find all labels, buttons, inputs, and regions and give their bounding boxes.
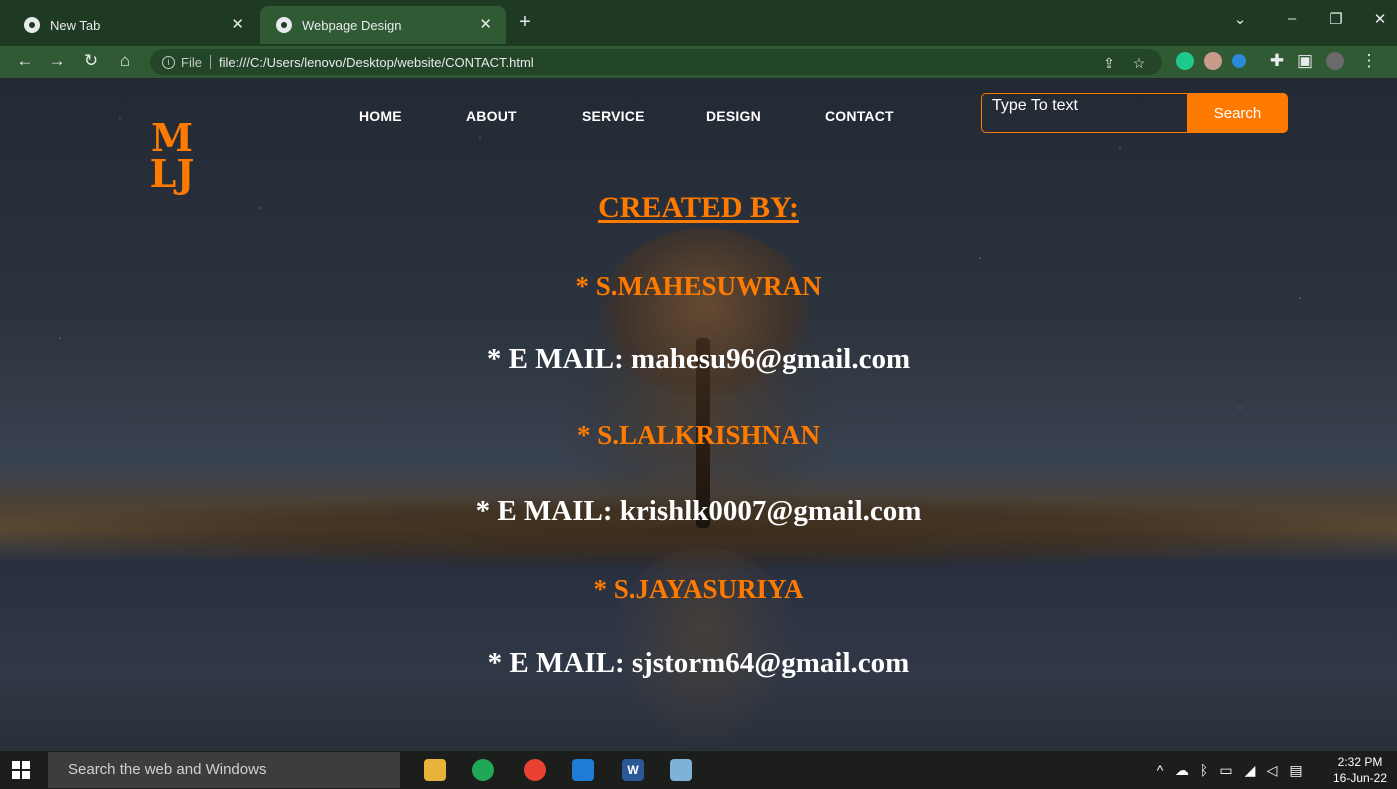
url-text: file:///C:/Users/lenovo/Desktop/website/… — [218, 54, 534, 70]
forward-icon[interactable]: → — [46, 50, 68, 72]
scheme-label: File — [181, 54, 202, 70]
divider — [209, 55, 211, 69]
browser-toolbar: ← → ↻ ⌂ i File file:///C:/Users/lenovo/D… — [0, 46, 1397, 78]
page-viewport: M LJ HOME ABOUT SERVICE DESIGN CONTACT S… — [0, 78, 1397, 751]
taskbar-clock[interactable]: 2:32 PM 16-Jun-22 — [1330, 754, 1390, 786]
whatsapp-icon[interactable] — [472, 759, 494, 781]
word-icon[interactable]: W — [622, 759, 644, 781]
browser-tabstrip: New Tab ✕ Webpage Design ✕ + ⌄ – ❐ ✕ — [0, 0, 1397, 46]
contact-email: * E MAIL: mahesu96@gmail.com — [486, 343, 911, 375]
bluetooth-icon[interactable]: ᛒ — [1194, 762, 1214, 778]
notepad-icon[interactable] — [670, 759, 692, 781]
tab-title: Webpage Design — [302, 17, 402, 33]
puzzle-icon[interactable]: ✚ — [1266, 50, 1288, 72]
taskbar-search-input[interactable]: Search the web and Windows — [48, 752, 400, 788]
chevron-down-icon[interactable]: ⌄ — [1228, 10, 1252, 28]
plus-icon[interactable]: + — [514, 11, 536, 33]
globe-icon — [276, 17, 292, 33]
battery-icon[interactable]: ▭ — [1216, 762, 1236, 779]
close-window-icon[interactable]: ✕ — [1368, 10, 1392, 28]
tab-webpage-design[interactable]: Webpage Design ✕ — [260, 6, 506, 44]
share-icon[interactable]: ⇪ — [1100, 54, 1118, 72]
logo-line-2: LJ — [149, 151, 195, 196]
restore-icon[interactable]: ❐ — [1324, 10, 1348, 28]
onedrive-icon[interactable]: ☁ — [1172, 762, 1192, 779]
close-icon[interactable]: ✕ — [231, 15, 244, 33]
audio-icon[interactable] — [1232, 54, 1246, 68]
close-icon[interactable]: ✕ — [479, 15, 492, 33]
tab-new-tab[interactable]: New Tab ✕ — [0, 6, 258, 44]
chrome-icon[interactable] — [524, 759, 546, 781]
vscode-icon[interactable] — [572, 759, 594, 781]
extension-icon[interactable] — [1204, 52, 1222, 70]
nav-contact[interactable]: CONTACT — [825, 108, 894, 124]
contact-name: * S.JAYASURIYA — [593, 574, 804, 604]
sidebar-icon[interactable]: ▣ — [1294, 50, 1316, 72]
windows-taskbar: Search the web and Windows W ^ ☁ ᛒ ▭ ◢ ◁… — [0, 751, 1397, 789]
file-explorer-icon[interactable] — [424, 759, 446, 781]
clock-date: 16-Jun-22 — [1332, 771, 1388, 785]
nav-design[interactable]: DESIGN — [706, 108, 761, 124]
star-icon[interactable]: ☆ — [1130, 54, 1148, 72]
page-heading: CREATED BY: — [598, 191, 799, 224]
contact-email: * E MAIL: krishlk0007@gmail.com — [475, 495, 922, 527]
home-icon[interactable]: ⌂ — [114, 50, 136, 72]
search-input[interactable] — [981, 93, 1187, 133]
minimize-icon[interactable]: – — [1280, 10, 1304, 27]
volume-muted-icon[interactable]: ◁ — [1262, 762, 1282, 779]
contact-name: * S.MAHESUWRAN — [575, 271, 822, 301]
back-icon[interactable]: ← — [14, 50, 36, 72]
chevron-up-icon[interactable]: ^ — [1150, 762, 1170, 778]
windows-start-icon[interactable] — [12, 761, 30, 779]
tab-title: New Tab — [50, 17, 101, 33]
nav-home[interactable]: HOME — [359, 108, 402, 124]
nav-service[interactable]: SERVICE — [582, 108, 645, 124]
reload-icon[interactable]: ↻ — [80, 50, 102, 72]
contact-email: * E MAIL: sjstorm64@gmail.com — [487, 647, 910, 679]
wifi-icon[interactable]: ◢ — [1240, 762, 1260, 779]
grammarly-icon[interactable] — [1176, 52, 1194, 70]
contact-name: * S.LALKRISHNAN — [576, 420, 821, 450]
chrome-icon — [24, 17, 40, 33]
info-icon[interactable]: i — [162, 55, 175, 69]
site-logo[interactable]: M LJ — [148, 119, 196, 196]
address-bar[interactable]: i File file:///C:/Users/lenovo/Desktop/w… — [150, 49, 1162, 75]
notification-icon[interactable]: ▤ — [1286, 762, 1306, 779]
nav-about[interactable]: ABOUT — [466, 108, 517, 124]
avatar[interactable] — [1326, 52, 1344, 70]
search-button[interactable]: Search — [1187, 93, 1288, 133]
clock-time: 2:32 PM — [1337, 755, 1383, 769]
kebab-menu-icon[interactable]: ⋮ — [1358, 50, 1380, 72]
